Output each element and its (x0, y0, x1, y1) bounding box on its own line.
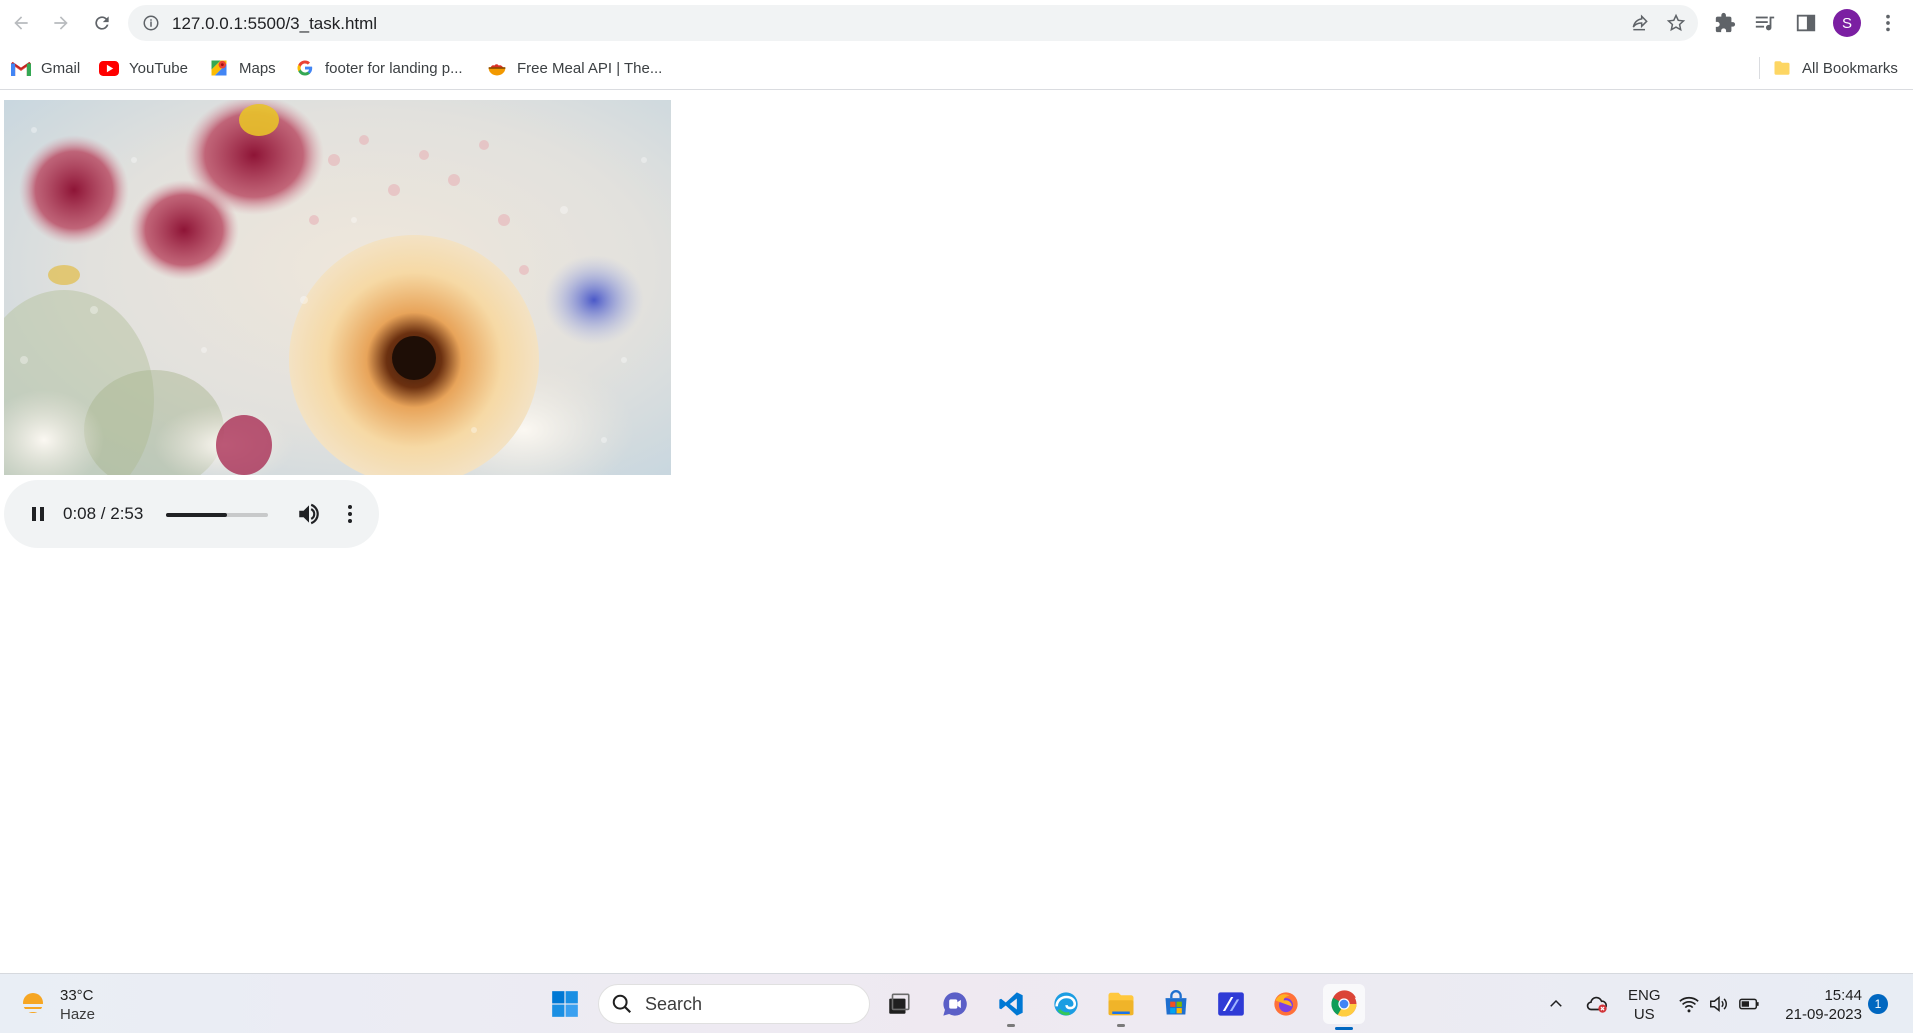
bookmark-label: Free Meal API | The... (517, 59, 663, 77)
forward-arrow-icon (54, 16, 68, 30)
tray-wifi[interactable] (1674, 987, 1704, 1021)
url-text[interactable]: 127.0.0.1:5500/3_task.html (172, 14, 377, 34)
browser-toolbar: 127.0.0.1:5500/3_task.html S (0, 0, 1913, 46)
audio-seek-progress (166, 513, 228, 517)
chrome-icon (1331, 990, 1357, 1017)
taskbar-chrome[interactable] (1323, 984, 1365, 1030)
taskbar-firefox[interactable] (1269, 987, 1303, 1021)
bookmark-free-meal-api[interactable]: Free Meal API | The... (487, 57, 662, 79)
taskbar-vscode[interactable] (994, 987, 1028, 1027)
media-queue-icon (1755, 16, 1775, 31)
bookmark-label: YouTube (129, 59, 188, 77)
bookmarks-bar: Gmail YouTube Maps footer for landing p.… (0, 46, 1913, 90)
back-button[interactable] (5, 7, 37, 39)
all-bookmarks-folder[interactable]: All Bookmarks (1772, 57, 1898, 79)
taskbar-editor-app[interactable] (1214, 987, 1248, 1021)
google-icon (295, 58, 315, 78)
keyboard-region: US (1633, 1006, 1655, 1023)
folder-icon (1108, 992, 1134, 1016)
weather-condition: Haze (60, 1006, 96, 1023)
search-placeholder: Search (645, 993, 703, 1014)
audio-player: 0:08 / 2:53 (4, 480, 379, 548)
taskbar-teams-chat[interactable] (938, 987, 972, 1021)
pause-button[interactable] (26, 502, 50, 526)
system-clock[interactable]: 15:44 21-09-2023 (1778, 986, 1862, 1024)
kebab-menu-icon (1886, 14, 1890, 32)
reload-icon (95, 16, 109, 30)
editor-app-icon (1218, 992, 1244, 1016)
profile-avatar[interactable]: S (1833, 9, 1861, 37)
video-player[interactable] (4, 100, 671, 475)
running-indicator (1117, 1024, 1125, 1027)
cloud-error-icon (1586, 996, 1607, 1013)
weather-widget[interactable]: 33°C Haze (18, 986, 95, 1024)
windows-logo-icon (552, 991, 578, 1017)
youtube-icon (99, 58, 119, 78)
notification-badge[interactable]: 1 (1868, 994, 1888, 1014)
puzzle-icon (1715, 12, 1736, 33)
maps-icon (209, 58, 229, 78)
taskbar-search[interactable]: Search (598, 984, 870, 1024)
taskbar-ms-store[interactable] (1159, 987, 1193, 1021)
volume-button[interactable] (296, 501, 322, 527)
site-info-icon[interactable] (142, 14, 160, 32)
bookmark-label: Maps (239, 59, 276, 77)
bookmark-label: Gmail (41, 59, 81, 77)
extensions-button[interactable] (1713, 11, 1737, 35)
reload-button[interactable] (86, 7, 118, 39)
task-view-icon (889, 993, 910, 1014)
share-icon[interactable] (1630, 13, 1650, 33)
bookmarks-divider (1759, 57, 1760, 79)
wifi-icon (1679, 996, 1699, 1013)
battery-icon (1739, 998, 1759, 1010)
flowers-video-frame (4, 100, 671, 475)
running-indicator (1007, 1024, 1015, 1027)
edge-icon (1054, 992, 1078, 1016)
address-bar[interactable]: 127.0.0.1:5500/3_task.html (128, 5, 1698, 41)
taskbar-task-view[interactable] (882, 987, 916, 1021)
tray-overflow-button[interactable] (1539, 987, 1573, 1021)
audio-seek-slider[interactable] (166, 513, 268, 517)
language-indicator[interactable]: ENG US (1628, 986, 1661, 1024)
folder-icon (1772, 58, 1792, 78)
back-arrow-icon (14, 16, 28, 30)
audio-time-display: 0:08 / 2:53 (63, 504, 144, 523)
tray-battery[interactable] (1734, 987, 1764, 1021)
active-window-indicator (1335, 1027, 1353, 1030)
browser-menu-button[interactable] (1876, 11, 1900, 35)
store-icon (1165, 990, 1187, 1015)
tray-volume[interactable] (1704, 987, 1734, 1021)
search-icon (612, 994, 632, 1014)
haze-sun-icon (21, 993, 45, 1013)
speaker-icon (1710, 996, 1727, 1012)
clock-date: 21-09-2023 (1785, 1006, 1862, 1023)
taskbar-file-explorer[interactable] (1104, 987, 1138, 1027)
all-bookmarks-label: All Bookmarks (1802, 59, 1898, 77)
clock-time: 15:44 (1824, 987, 1862, 1004)
tray-onedrive[interactable] (1580, 987, 1614, 1021)
language-code: ENG (1628, 987, 1661, 1004)
side-panel-button[interactable] (1794, 11, 1818, 35)
bookmark-maps[interactable]: Maps (209, 57, 276, 79)
bookmark-gmail[interactable]: Gmail (11, 57, 80, 79)
windows-taskbar: 33°C Haze Search ENG US 15:44 21-09-2023… (0, 973, 1913, 1033)
chevron-up-icon (1550, 999, 1562, 1007)
side-panel-icon (1796, 14, 1816, 32)
vscode-icon (999, 992, 1023, 1016)
weather-temperature: 33°C (60, 987, 94, 1004)
taskbar-edge[interactable] (1049, 987, 1083, 1021)
chat-icon (943, 992, 967, 1016)
firefox-icon (1274, 992, 1298, 1016)
start-button[interactable] (548, 987, 582, 1021)
audio-more-options-button[interactable] (338, 502, 362, 526)
media-controls-button[interactable] (1753, 11, 1777, 35)
gmail-icon (11, 58, 31, 78)
bookmark-label: footer for landing p... (325, 59, 463, 77)
bookmark-youtube[interactable]: YouTube (99, 57, 188, 79)
bookmark-footer-search[interactable]: footer for landing p... (295, 57, 463, 79)
forward-button[interactable] (45, 7, 77, 39)
meal-icon (487, 58, 507, 78)
bookmark-star-icon[interactable] (1666, 13, 1686, 33)
